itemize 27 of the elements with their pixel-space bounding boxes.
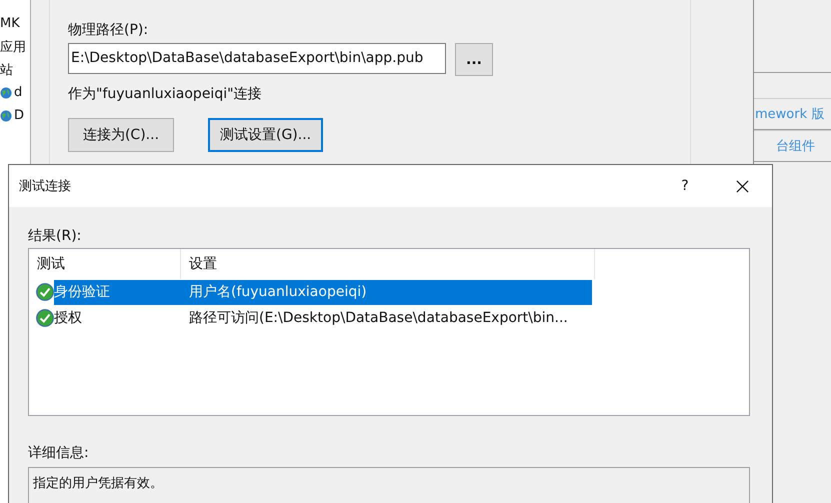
dialog-button[interactable]: 连接为(C)... bbox=[68, 118, 174, 152]
results-label: 结果(R): bbox=[28, 227, 82, 245]
sidebar-item[interactable]: MK bbox=[0, 16, 20, 31]
dialog-button[interactable]: 测试设置(G)... bbox=[208, 118, 324, 152]
globe-icon bbox=[0, 110, 12, 122]
column-header[interactable]: 设置 bbox=[181, 249, 595, 279]
sidebar-item[interactable]: d bbox=[14, 85, 22, 100]
setting-text: 路径可访问(E:\Desktop\DataBase\databaseExport\bin... bbox=[189, 309, 568, 327]
help-button[interactable]: ? bbox=[678, 178, 692, 194]
globe-icon bbox=[0, 86, 12, 98]
window-title: 测试连接 bbox=[19, 178, 72, 195]
column-header[interactable]: 测试 bbox=[29, 249, 181, 279]
sidebar-item[interactable]: 应用 bbox=[0, 38, 26, 56]
path-label: 物理路径(P): bbox=[68, 21, 150, 39]
browse-button[interactable]: ... bbox=[455, 43, 493, 76]
setting-text: 用户名(fuyuanluxiaopeiqi) bbox=[189, 283, 367, 301]
result-row[interactable]: 授权 路径可访问(E:\Desktop\DataBase\databaseExport\bin... bbox=[54, 306, 592, 330]
details-label: 详细信息: bbox=[28, 444, 90, 462]
test-name: 身份验证 bbox=[54, 283, 111, 301]
sidebar-item[interactable]: 站 bbox=[0, 60, 13, 78]
path-field[interactable]: E:\Desktop\DataBase\databaseExport\bin\app.pub bbox=[68, 43, 446, 74]
result-row[interactable]: 身份验证 用户名(fuyuanluxiaopeiqi) bbox=[54, 280, 592, 304]
test-name: 授权 bbox=[54, 309, 83, 327]
details-field: 指定的用户凭据有效。 bbox=[28, 467, 750, 503]
connect-as-text: 作为"fuyuanluxiaopeiqi"连接 bbox=[68, 85, 263, 103]
close-icon[interactable] bbox=[736, 180, 749, 192]
sidebar-item[interactable]: D bbox=[14, 108, 24, 123]
